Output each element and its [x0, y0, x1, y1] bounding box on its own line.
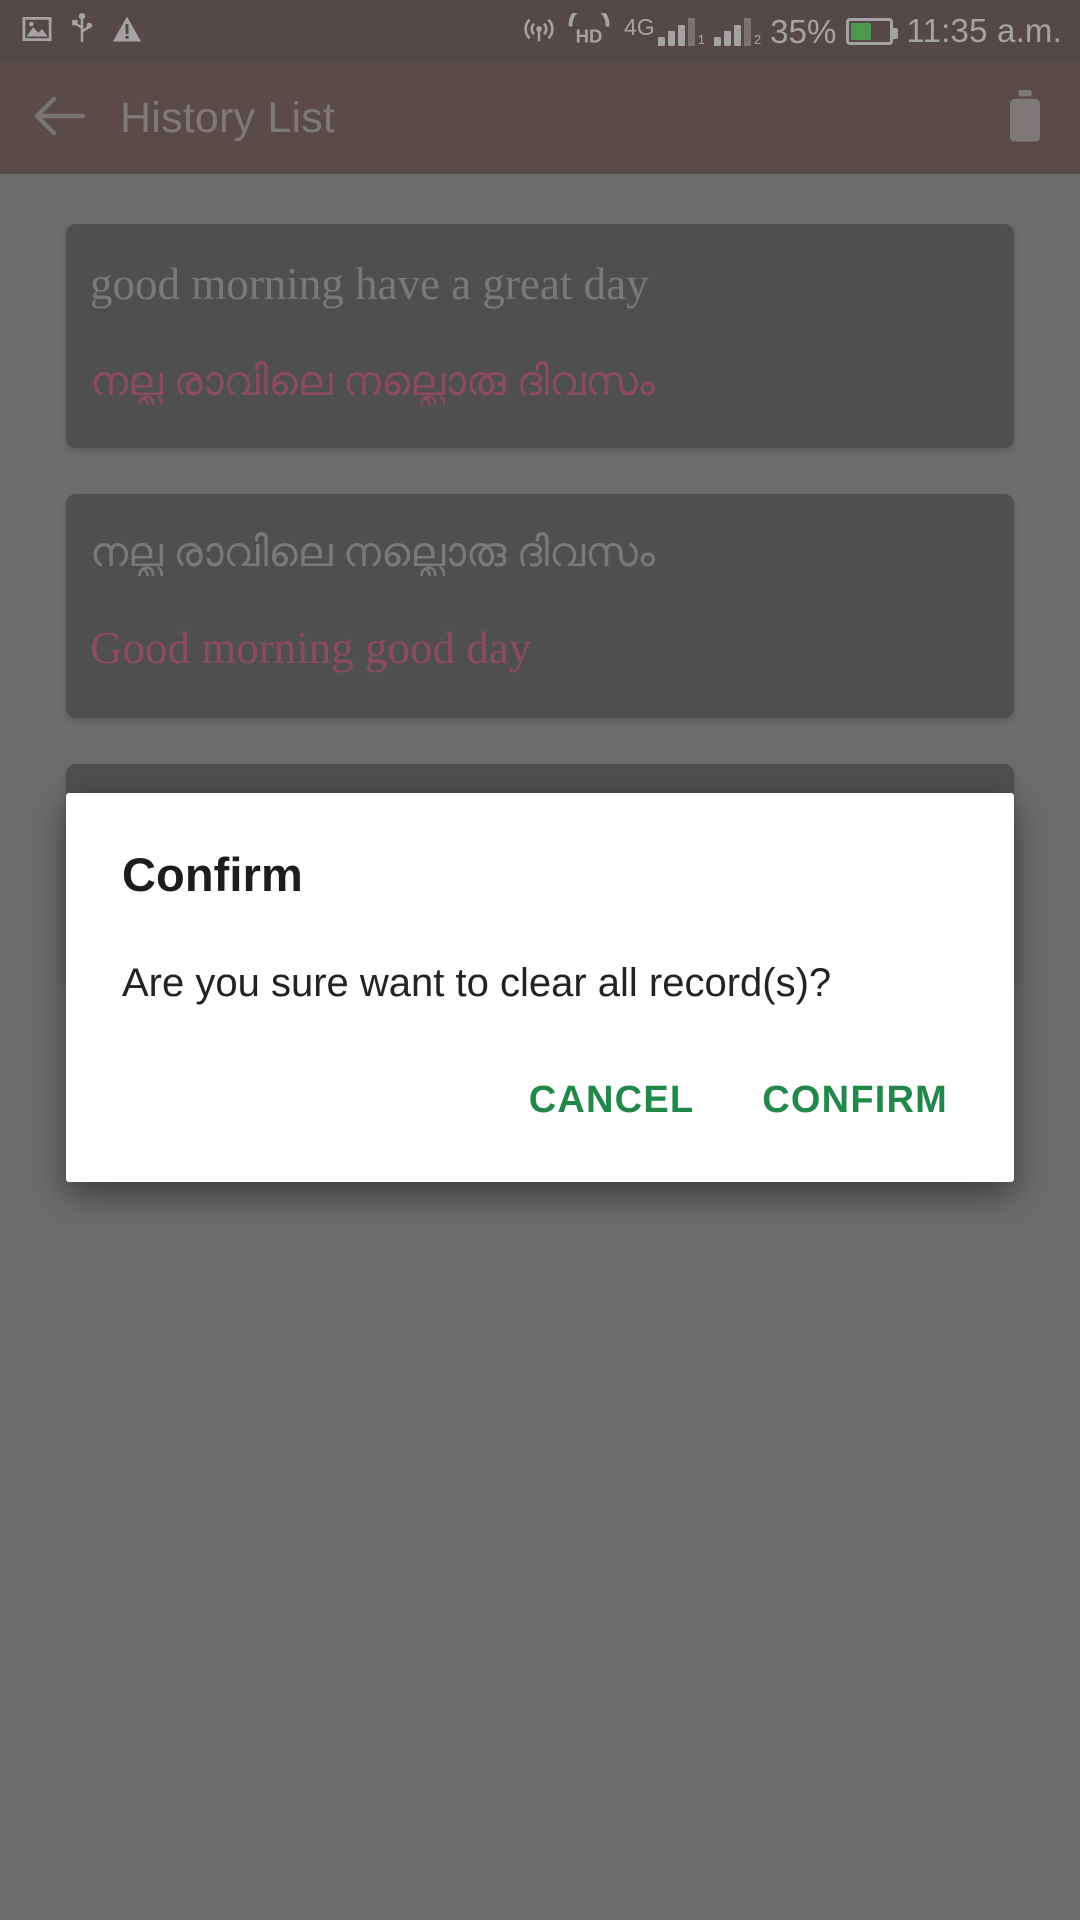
network-type-label: 4G [624, 14, 655, 40]
clear-all-button[interactable] [970, 88, 1080, 149]
page-title: History List [120, 93, 336, 142]
sim2-label: 2 [753, 32, 762, 47]
history-source-text: നല്ല രാവിലെ നല്ലൊരു ദിവസം [90, 529, 655, 575]
confirm-dialog: Confirm Are you sure want to clear all r… [66, 793, 1014, 1182]
status-bar: HD 4G 1 2 35% 11:35 a.m. [0, 0, 1080, 62]
dialog-message: Are you sure want to clear all record(s)… [122, 960, 832, 1005]
cast-icon [524, 13, 554, 50]
sim1-label: 1 [697, 32, 705, 47]
arrow-left-icon [33, 95, 87, 142]
trash-icon [1002, 88, 1048, 149]
phone-screen: HD 4G 1 2 35% 11:35 a.m. History List go… [0, 0, 1080, 1920]
signal-4g-icon: 4G 1 [624, 16, 705, 46]
history-translation-text: Good morning good day [90, 623, 532, 674]
status-bar-left-icons [22, 12, 142, 50]
hd-icon: HD [563, 3, 615, 50]
signal-2-icon: 2 [713, 16, 762, 47]
battery-icon [845, 17, 898, 45]
back-button[interactable] [0, 95, 120, 142]
status-bar-right-icons: HD 4G 1 2 35% 11:35 a.m. [524, 3, 1062, 50]
battery-percent-label: 35% [770, 12, 837, 50]
clock-label: 11:35 a.m. [906, 12, 1062, 49]
cancel-button[interactable]: CANCEL [503, 1063, 721, 1138]
history-translation-text: നല്ല രാവിലെ നല്ലൊരു ദിവസം [90, 358, 655, 405]
dialog-actions: CANCEL CONFIRM [66, 1009, 1014, 1182]
app-bar: History List [0, 62, 1080, 174]
usb-icon [70, 12, 94, 50]
history-source-text: good morning have a great day [90, 259, 649, 309]
confirm-button[interactable]: CONFIRM [736, 1063, 974, 1138]
dialog-title: Confirm [122, 848, 303, 901]
list-item[interactable]: good morning have a great day നല്ല രാവില… [66, 224, 1014, 448]
image-icon [22, 14, 52, 49]
list-item[interactable]: നല്ല രാവിലെ നല്ലൊരു ദിവസം Good morning g… [66, 494, 1014, 718]
warning-icon [112, 15, 142, 48]
svg-text:HD: HD [576, 25, 603, 44]
